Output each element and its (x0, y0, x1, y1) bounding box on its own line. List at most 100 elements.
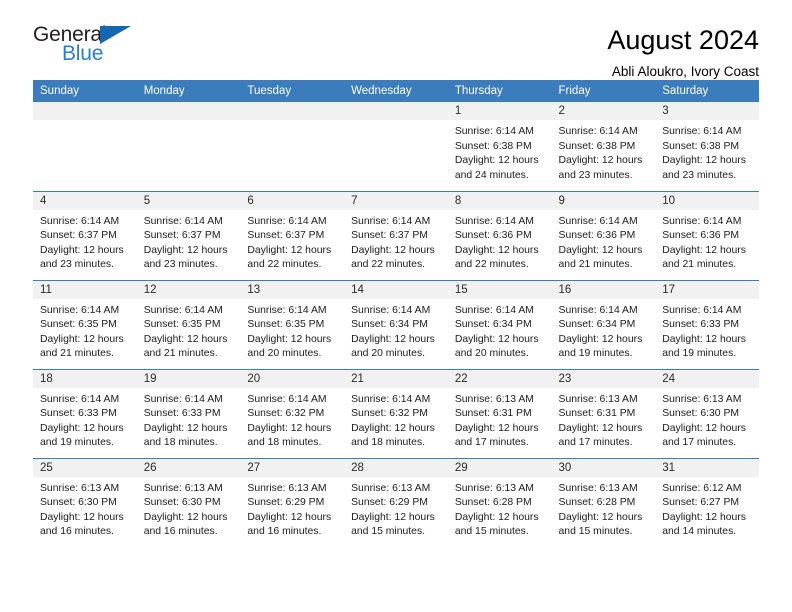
daylight-text-line1: Daylight: 12 hours (143, 422, 228, 434)
daylight-text-line2: and 23 minutes. (662, 169, 737, 181)
day-cell[interactable]: 17 Sunrise: 6:14 AM Sunset: 6:33 PM Dayligh… (655, 279, 759, 369)
day-cell[interactable]: 9 Sunrise: 6:14 AM Sunset: 6:36 PM Daylight… (551, 190, 656, 280)
day-number: 6 (240, 191, 345, 210)
day-details: Sunrise: 6:14 AM Sunset: 6:38 PM Daylight:… (552, 120, 656, 183)
daylight-text-line1: Daylight: 12 hours (40, 244, 124, 256)
day-cell[interactable]: 27 Sunrise: 6:13 AM Sunset: 6:29 PM Dayligh… (240, 457, 345, 547)
day-cell[interactable]: 8 Sunrise: 6:14 AM Sunset: 6:36 PM Daylight… (447, 190, 552, 280)
daylight-text-line2: and 15 minutes. (558, 526, 633, 538)
day-number: 27 (240, 458, 345, 477)
daylight-text-line2: and 21 minutes. (558, 259, 633, 271)
daylight-text-line2: and 22 minutes. (454, 259, 529, 271)
sunset-text: Sunset: 6:34 PM (351, 319, 428, 331)
day-cell[interactable]: 5 Sunrise: 6:14 AM Sunset: 6:37 PM Daylight… (136, 190, 241, 280)
day-cell[interactable]: 23 Sunrise: 6:13 AM Sunset: 6:31 PM Dayligh… (551, 368, 656, 458)
day-cell[interactable]: 11 Sunrise: 6:14 AM Sunset: 6:35 PM Dayligh… (33, 279, 137, 369)
page-title: August 2024 (607, 25, 759, 55)
day-cell[interactable]: 16 Sunrise: 6:14 AM Sunset: 6:34 PM Dayligh… (551, 279, 656, 369)
day-details: Sunrise: 6:13 AM Sunset: 6:29 PM Daylight:… (240, 477, 344, 540)
day-cell[interactable]: 1 Sunrise: 6:14 AM Sunset: 6:38 PM Daylight… (447, 102, 552, 191)
daylight-text-line1: Daylight: 12 hours (40, 422, 124, 434)
daylight-text-line1: Daylight: 12 hours (247, 511, 332, 523)
day-details: Sunrise: 6:14 AM Sunset: 6:33 PM Daylight:… (655, 299, 759, 362)
day-cell[interactable]: 6 Sunrise: 6:14 AM Sunset: 6:37 PM Daylight… (240, 190, 345, 280)
sunrise-text: Sunrise: 6:14 AM (40, 304, 120, 316)
sunset-text: Sunset: 6:30 PM (40, 497, 117, 509)
day-cell[interactable]: 13 Sunrise: 6:14 AM Sunset: 6:35 PM Dayligh… (240, 279, 345, 369)
sunset-text: Sunset: 6:37 PM (247, 230, 325, 242)
daylight-text-line1: Daylight: 12 hours (454, 244, 539, 256)
day-number: 23 (551, 369, 656, 388)
sunrise-text: Sunrise: 6:14 AM (351, 215, 431, 227)
sunset-text: Sunset: 6:31 PM (558, 408, 636, 420)
generalblue-logo[interactable]: General Blue (33, 24, 183, 72)
day-cell[interactable]: 26 Sunrise: 6:13 AM Sunset: 6:30 PM Dayligh… (136, 457, 241, 547)
day-number: 3 (655, 102, 759, 120)
daylight-text-line1: Daylight: 12 hours (454, 333, 539, 345)
weekday-header-friday: Friday (551, 80, 656, 102)
day-number: 14 (344, 280, 448, 299)
sunset-text: Sunset: 6:36 PM (558, 230, 636, 242)
day-cell[interactable]: 19 Sunrise: 6:14 AM Sunset: 6:33 PM Dayligh… (136, 368, 241, 458)
daylight-text-line2: and 15 minutes. (454, 526, 529, 538)
daylight-text-line2: and 18 minutes. (143, 437, 218, 449)
day-details: Sunrise: 6:14 AM Sunset: 6:37 PM Daylight:… (240, 210, 344, 273)
sunset-text: Sunset: 6:32 PM (351, 408, 428, 420)
sunset-text: Sunset: 6:38 PM (454, 140, 532, 152)
daylight-text-line2: and 19 minutes. (558, 348, 633, 360)
day-details: Sunrise: 6:14 AM Sunset: 6:35 PM Daylight:… (33, 299, 137, 362)
day-details: Sunrise: 6:12 AM Sunset: 6:27 PM Daylight:… (655, 477, 759, 540)
day-cell[interactable]: 24 Sunrise: 6:13 AM Sunset: 6:30 PM Dayligh… (655, 368, 759, 458)
sunrise-text: Sunrise: 6:13 AM (454, 393, 534, 405)
day-cell[interactable]: 22 Sunrise: 6:13 AM Sunset: 6:31 PM Dayligh… (447, 368, 552, 458)
sunset-text: Sunset: 6:28 PM (558, 497, 636, 509)
daylight-text-line1: Daylight: 12 hours (351, 244, 435, 256)
daylight-text-line2: and 23 minutes. (40, 259, 114, 271)
daylight-text-line1: Daylight: 12 hours (662, 511, 746, 523)
day-cell[interactable]: 31 Sunrise: 6:12 AM Sunset: 6:27 PM Dayligh… (655, 457, 759, 547)
day-cell[interactable]: 29 Sunrise: 6:13 AM Sunset: 6:28 PM Dayligh… (447, 457, 552, 547)
day-cell[interactable]: 4 Sunrise: 6:14 AM Sunset: 6:37 PM Daylight… (33, 190, 137, 280)
day-cell[interactable]: 25 Sunrise: 6:13 AM Sunset: 6:30 PM Dayligh… (33, 457, 137, 547)
day-cell[interactable]: 30 Sunrise: 6:13 AM Sunset: 6:28 PM Dayligh… (551, 457, 656, 547)
sunrise-text: Sunrise: 6:14 AM (662, 126, 742, 137)
calendar-week-row: 4 Sunrise: 6:14 AM Sunset: 6:37 PM Daylight… (33, 190, 759, 280)
day-cell[interactable]: 28 Sunrise: 6:13 AM Sunset: 6:29 PM Dayligh… (344, 457, 448, 547)
daylight-text-line1: Daylight: 12 hours (454, 155, 539, 167)
day-number: 2 (551, 102, 656, 120)
day-details: Sunrise: 6:14 AM Sunset: 6:33 PM Daylight:… (33, 388, 137, 451)
day-details: Sunrise: 6:13 AM Sunset: 6:31 PM Daylight:… (552, 388, 656, 451)
day-cell[interactable]: 15 Sunrise: 6:14 AM Sunset: 6:34 PM Dayligh… (447, 279, 552, 369)
sunrise-text: Sunrise: 6:13 AM (351, 482, 431, 494)
calendar-body: 1 Sunrise: 6:14 AM Sunset: 6:38 PM Daylight… (33, 102, 759, 547)
day-cell[interactable]: 20 Sunrise: 6:14 AM Sunset: 6:32 PM Dayligh… (240, 368, 345, 458)
sunset-text: Sunset: 6:31 PM (454, 408, 532, 420)
day-cell[interactable]: 18 Sunrise: 6:14 AM Sunset: 6:33 PM Dayligh… (33, 368, 137, 458)
day-details: Sunrise: 6:13 AM Sunset: 6:31 PM Daylight:… (448, 388, 552, 451)
day-cell[interactable]: 10 Sunrise: 6:14 AM Sunset: 6:36 PM Dayligh… (655, 190, 759, 280)
day-cell[interactable]: 21 Sunrise: 6:14 AM Sunset: 6:32 PM Dayligh… (344, 368, 448, 458)
day-details: Sunrise: 6:13 AM Sunset: 6:30 PM Daylight:… (137, 477, 241, 540)
day-cell[interactable]: 14 Sunrise: 6:14 AM Sunset: 6:34 PM Dayligh… (344, 279, 448, 369)
day-cell[interactable]: 7 Sunrise: 6:14 AM Sunset: 6:37 PM Daylight… (344, 190, 448, 280)
day-number: 8 (447, 191, 552, 210)
day-cell[interactable]: 12 Sunrise: 6:14 AM Sunset: 6:35 PM Dayligh… (136, 279, 241, 369)
daylight-text-line1: Daylight: 12 hours (558, 422, 643, 434)
day-cell[interactable]: 3 Sunrise: 6:14 AM Sunset: 6:38 PM Daylight… (655, 102, 759, 191)
sunset-text: Sunset: 6:29 PM (351, 497, 428, 509)
sunset-text: Sunset: 6:29 PM (247, 497, 325, 509)
day-details: Sunrise: 6:13 AM Sunset: 6:28 PM Daylight:… (552, 477, 656, 540)
day-details: Sunrise: 6:14 AM Sunset: 6:35 PM Daylight:… (240, 299, 344, 362)
daylight-text-line1: Daylight: 12 hours (454, 422, 539, 434)
sunset-text: Sunset: 6:38 PM (662, 140, 740, 152)
day-cell[interactable]: 2 Sunrise: 6:14 AM Sunset: 6:38 PM Daylight… (551, 102, 656, 191)
sunset-text: Sunset: 6:33 PM (143, 408, 221, 420)
day-number: 12 (136, 280, 241, 299)
sunset-text: Sunset: 6:33 PM (662, 319, 740, 331)
sunrise-text: Sunrise: 6:14 AM (247, 393, 327, 405)
daylight-text-line1: Daylight: 12 hours (662, 244, 746, 256)
logo-text-blue: Blue (62, 42, 104, 65)
weekday-header-wednesday: Wednesday (344, 80, 448, 102)
daylight-text-line1: Daylight: 12 hours (351, 422, 435, 434)
day-number: 25 (33, 458, 137, 477)
